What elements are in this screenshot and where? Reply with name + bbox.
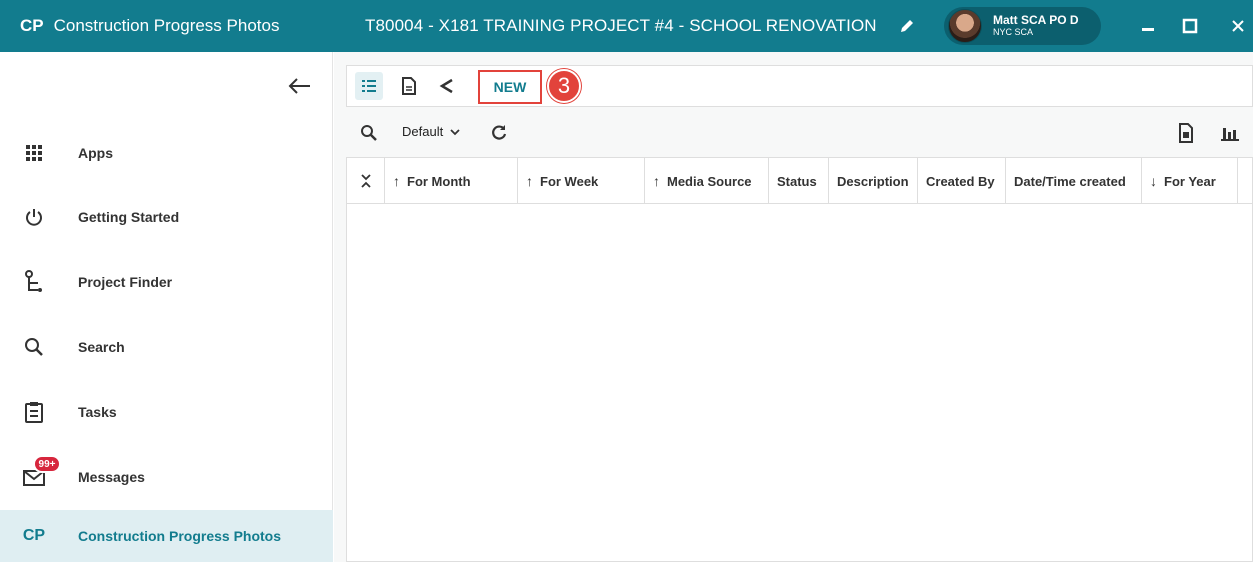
view-selector-label: Default xyxy=(402,124,444,139)
bar-chart-icon[interactable] xyxy=(1220,124,1240,142)
share-icon[interactable] xyxy=(433,72,461,100)
column-header-label: For Year xyxy=(1164,173,1216,189)
main-content: NEW 3 Default ↑ For Month ↑ For Week ↑ M… xyxy=(334,52,1253,562)
user-menu[interactable]: Matt SCA PO D NYC SCA xyxy=(944,7,1101,45)
column-header-label: Status xyxy=(777,173,817,189)
sidebar-item-search[interactable]: Search xyxy=(0,321,333,373)
sort-arrow-icon: ↑ xyxy=(393,173,400,189)
back-arrow-icon[interactable] xyxy=(286,74,312,98)
sidebar-item-label: Tasks xyxy=(78,404,117,420)
column-header[interactable]: ↓ For Year xyxy=(1142,158,1238,204)
new-button[interactable]: NEW xyxy=(478,70,542,104)
column-header[interactable]: Status xyxy=(769,158,829,204)
maximize-icon[interactable] xyxy=(1178,14,1202,38)
refresh-icon[interactable] xyxy=(490,124,508,142)
title-bar: CP Construction Progress Photos T80004 -… xyxy=(0,0,1253,52)
cp-app-icon: CP xyxy=(22,527,46,544)
document-icon[interactable] xyxy=(395,72,423,100)
column-header-label: For Week xyxy=(540,173,599,189)
sidebar-item-label: Messages xyxy=(78,469,145,485)
filter-bar: Default xyxy=(346,114,1253,152)
column-header-label: For Month xyxy=(407,173,471,189)
edit-pencil-icon[interactable] xyxy=(897,16,917,36)
project-tree-icon xyxy=(22,270,46,294)
column-header-label: Media Source xyxy=(667,173,752,189)
messages-badge: 99+ xyxy=(33,455,61,473)
sort-arrow-icon: ↑ xyxy=(653,173,660,189)
grid-search-icon[interactable] xyxy=(360,124,378,142)
search-icon xyxy=(22,335,46,359)
sidebar-item-project-finder[interactable]: Project Finder xyxy=(0,256,333,308)
power-icon xyxy=(22,205,46,229)
sort-arrow-icon: ↓ xyxy=(1150,173,1157,189)
column-header[interactable]: ↑ Media Source xyxy=(645,158,769,204)
column-header[interactable]: Date/Time created xyxy=(1006,158,1142,204)
avatar xyxy=(948,9,982,43)
close-icon[interactable] xyxy=(1226,14,1250,38)
app-name: Construction Progress Photos xyxy=(53,16,280,35)
sidebar-item-label: Apps xyxy=(78,145,113,161)
sidebar-item-label: Construction Progress Photos xyxy=(78,528,282,544)
column-header[interactable]: Created By xyxy=(918,158,1006,204)
chevron-down-icon xyxy=(450,128,460,135)
column-header-label: Date/Time created xyxy=(1014,173,1126,189)
sidebar-item-tasks[interactable]: Tasks xyxy=(0,386,333,438)
clipboard-icon xyxy=(22,400,46,424)
column-header-label: Created By xyxy=(926,173,995,189)
step-callout-badge: 3 xyxy=(547,69,581,103)
sidebar-item-label: Getting Started xyxy=(78,209,180,225)
list-view-icon[interactable] xyxy=(355,72,383,100)
user-org: NYC SCA xyxy=(993,27,1034,37)
app-title: CP Construction Progress Photos xyxy=(0,0,333,52)
sort-arrow-icon: ↑ xyxy=(526,173,533,189)
minimize-icon[interactable] xyxy=(1136,14,1160,38)
user-name: Matt SCA PO D xyxy=(993,13,1079,27)
sidebar-item-label: Search xyxy=(78,339,125,355)
column-header[interactable]: ↑ For Week xyxy=(518,158,645,204)
export-document-icon[interactable] xyxy=(1178,123,1196,143)
grid-header: ↑ For Month ↑ For Week ↑ Media Source St… xyxy=(347,158,1253,204)
sidebar-item-getting-started[interactable]: Getting Started xyxy=(0,191,333,243)
sidebar-item-apps[interactable]: Apps xyxy=(0,127,333,179)
sidebar: Apps Getting Started Project Finder Sear… xyxy=(0,52,333,562)
sidebar-item-label: Project Finder xyxy=(78,274,173,290)
expand-collapse-icon[interactable] xyxy=(347,158,385,204)
data-grid: ↑ For Month ↑ For Week ↑ Media Source St… xyxy=(346,157,1253,562)
apps-grid-icon xyxy=(22,141,46,165)
view-selector[interactable]: Default xyxy=(402,124,461,139)
column-header-overflow[interactable] xyxy=(1238,158,1253,204)
column-header[interactable]: Description xyxy=(829,158,918,204)
sidebar-item-construction-progress-photos[interactable]: CP Construction Progress Photos xyxy=(0,510,333,562)
column-header[interactable]: ↑ For Month xyxy=(385,158,518,204)
toolbar: NEW 3 xyxy=(346,65,1253,107)
app-short-name: CP xyxy=(20,16,44,35)
column-header-label: Description xyxy=(837,173,909,189)
project-title: T80004 - X181 TRAINING PROJECT #4 - SCHO… xyxy=(365,16,877,35)
